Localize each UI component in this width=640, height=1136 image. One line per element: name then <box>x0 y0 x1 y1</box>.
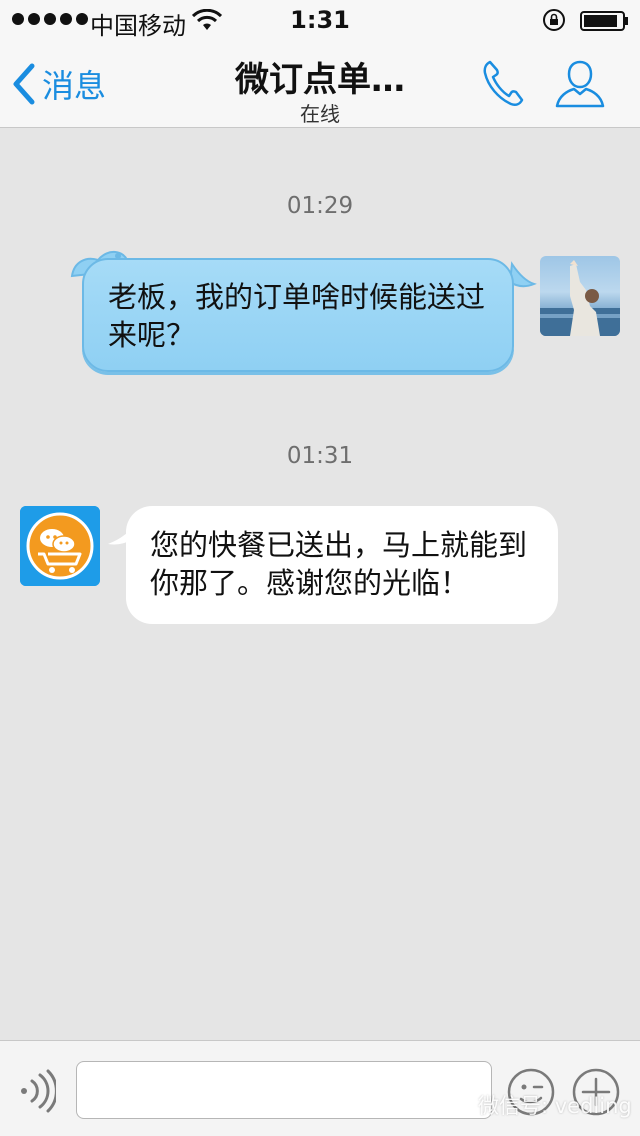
message-text: 老板，我的订单啥时候能送过来呢？ <box>108 280 486 352</box>
watermark-text: 微信号: vedling <box>478 1094 632 1118</box>
outgoing-message-bubble[interactable]: 老板，我的订单啥时候能送过来呢？ <box>82 258 514 372</box>
input-bar <box>0 1040 640 1136</box>
online-status: 在线 <box>300 102 340 126</box>
message-text: 您的快餐已送出，马上就能到你那了。感谢您的光临！ <box>150 528 528 600</box>
wechat-icon <box>448 1095 474 1115</box>
person-icon[interactable] <box>554 58 606 110</box>
status-bar: 中国移动 1:31 <box>0 0 640 40</box>
shopping-cart-logo-icon <box>20 506 100 586</box>
user-avatar[interactable] <box>540 256 620 336</box>
chat-title: 微订点单… <box>235 60 405 100</box>
message-timestamp: 01:31 <box>286 443 354 469</box>
message-input[interactable] <box>76 1061 492 1119</box>
contact-avatar[interactable] <box>20 506 100 586</box>
chat-screen: 中国移动 1:31 消息 微订点单… 在线 01:29 老板，我的订单啥时候能送… <box>0 0 640 1136</box>
top-bar: 中国移动 1:31 消息 微订点单… 在线 <box>0 0 640 128</box>
phone-icon[interactable] <box>480 58 526 108</box>
user-photo <box>540 260 620 336</box>
incoming-message-bubble[interactable]: 您的快餐已送出，马上就能到你那了。感谢您的光临！ <box>126 506 558 624</box>
rotation-lock-icon <box>543 9 565 31</box>
nav-bar: 消息 微订点单… 在线 <box>0 40 640 128</box>
battery-icon <box>580 11 628 31</box>
voice-icon[interactable] <box>18 1069 56 1113</box>
message-timestamp: 01:29 <box>286 193 354 219</box>
watermark: 微信号: vedling <box>448 1090 632 1120</box>
